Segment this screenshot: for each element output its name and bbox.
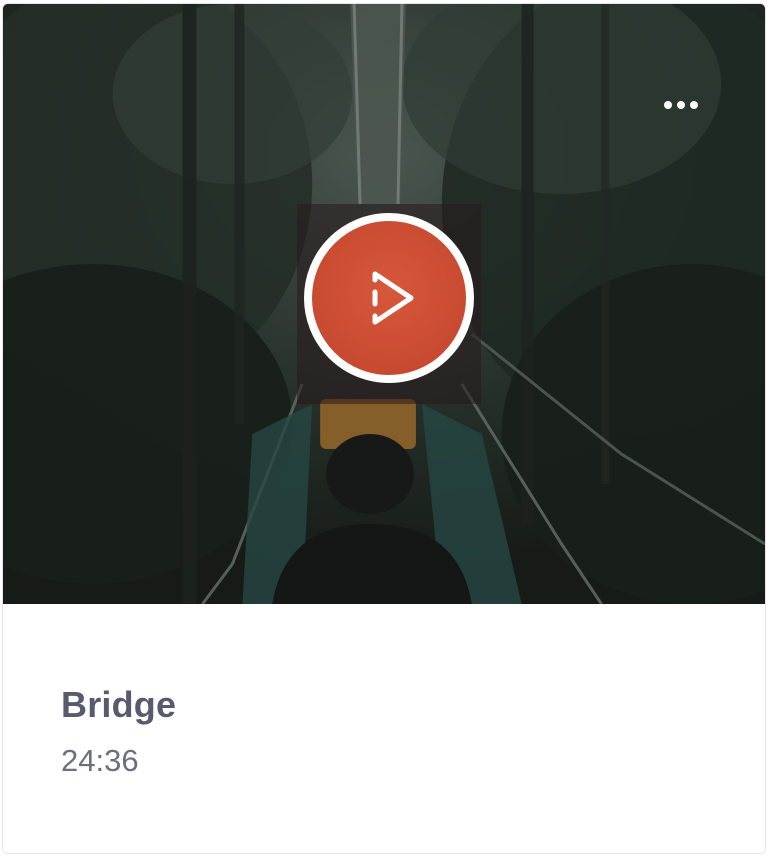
play-icon: [372, 271, 414, 325]
video-card[interactable]: Bridge 24:36: [2, 3, 766, 854]
card-info: Bridge 24:36: [3, 604, 765, 853]
video-duration: 24:36: [61, 743, 139, 778]
video-title[interactable]: Bridge: [61, 684, 176, 726]
more-icon-dot: [690, 101, 698, 109]
play-overlay: [297, 204, 481, 404]
video-thumbnail[interactable]: [3, 4, 765, 604]
more-options-button[interactable]: [657, 92, 705, 118]
more-icon-dot: [677, 101, 685, 109]
play-button[interactable]: [304, 213, 474, 383]
more-icon-dot: [664, 101, 672, 109]
